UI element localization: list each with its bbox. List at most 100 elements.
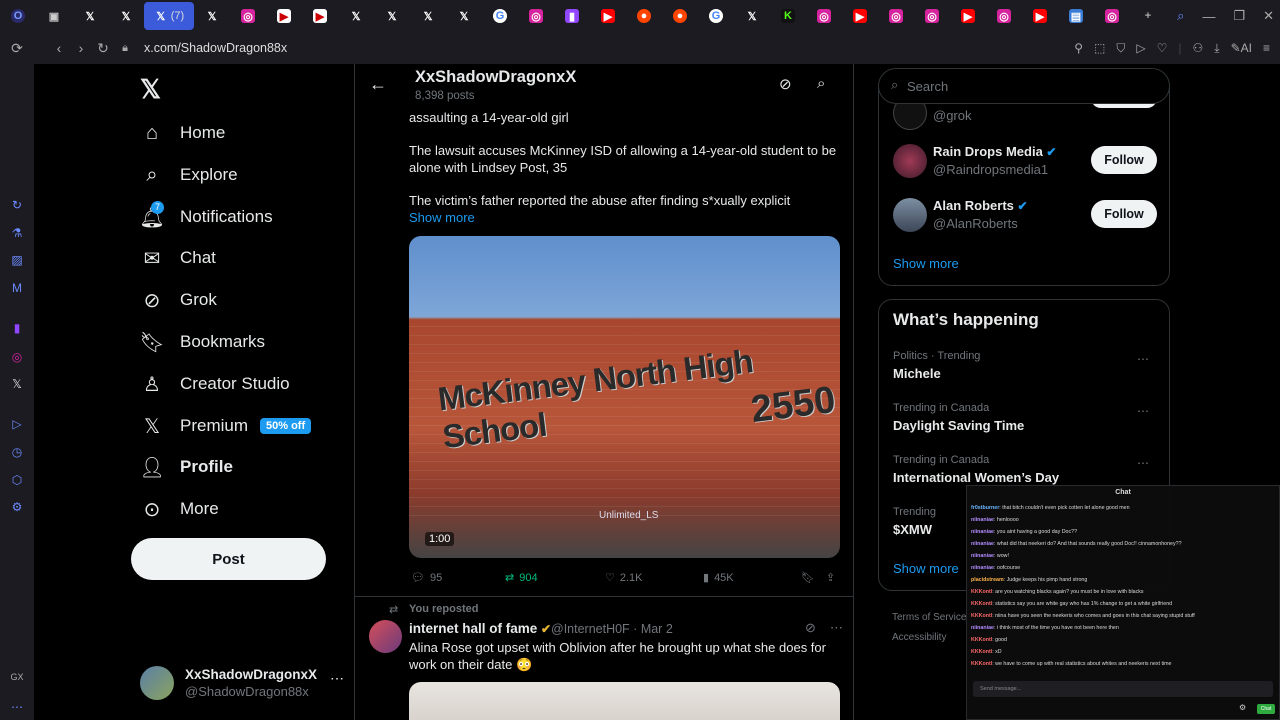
back-icon[interactable]: ‹ <box>48 40 70 56</box>
tab-reddit[interactable]: ● <box>626 2 662 30</box>
screenshot-icon[interactable]: ⬚ <box>1094 41 1105 55</box>
tab-x[interactable]: 𝕏 <box>446 2 482 30</box>
nav-creator-studio[interactable]: ♙ Creator Studio <box>140 364 290 404</box>
tab-games[interactable]: ▣ <box>36 2 72 30</box>
accessibility-link[interactable]: Accessibility <box>892 628 966 648</box>
tab-instagram[interactable]: ◎ <box>986 2 1022 30</box>
sidebar-app-icon[interactable]: ▨ <box>9 253 25 269</box>
url-field[interactable]: x.com/ShadowDragon88x <box>144 41 287 55</box>
follow-button[interactable]: Follow <box>1091 146 1157 174</box>
gear-icon[interactable]: ⚙ <box>1239 703 1246 712</box>
chat-input[interactable]: Send message... <box>973 681 1273 697</box>
trend-item[interactable]: Trending in Canada Daylight Saving Time … <box>893 402 1159 442</box>
tab-kick[interactable]: K <box>770 2 806 30</box>
nav-more[interactable]: ⊙ More <box>140 489 219 529</box>
shield-icon[interactable]: ⛉ <box>1116 41 1125 56</box>
sidebar-app-icon[interactable]: ⚗ <box>9 226 25 242</box>
nav-notifications[interactable]: 🔔︎ 7 Notifications <box>139 197 273 237</box>
browser-logo-icon[interactable]: O <box>0 2 36 30</box>
minimize-icon[interactable]: — <box>1202 9 1215 24</box>
author-handle[interactable]: @InternetH0F <box>551 622 630 636</box>
sidebar-more-icon[interactable]: ⋯ <box>9 700 25 716</box>
tab-instagram[interactable]: ◎ <box>1094 2 1130 30</box>
close-icon[interactable]: ✕ <box>1263 8 1274 24</box>
search-input[interactable]: ⌕ Search <box>878 68 1170 104</box>
tab-x[interactable]: 𝕏 <box>410 2 446 30</box>
sidebar-app-icon[interactable]: ↻ <box>9 198 25 214</box>
terms-link[interactable]: Terms of Service <box>892 608 966 628</box>
tab-youtube[interactable]: ▶ <box>590 2 626 30</box>
tab-x[interactable]: 𝕏 <box>72 2 108 30</box>
heart-icon[interactable]: ♡ <box>1157 41 1168 55</box>
tab-instagram[interactable]: ◎ <box>878 2 914 30</box>
sidebar-cube-icon[interactable]: ⬡ <box>9 473 25 489</box>
tab-reddit[interactable]: ● <box>662 2 698 30</box>
nav-bookmarks[interactable]: 🔖︎ Bookmarks <box>139 322 265 362</box>
tab-instagram[interactable]: ◎ <box>230 2 266 30</box>
reply-button[interactable]: 💬︎ 95 <box>411 571 442 585</box>
reload-icon[interactable]: ↻ <box>92 40 114 57</box>
menu-icon[interactable]: ≡ <box>1263 41 1270 55</box>
follow-button[interactable]: Follow <box>1091 200 1157 228</box>
tab-x[interactable]: 𝕏 <box>734 2 770 30</box>
tab-video[interactable]: ▶ <box>302 2 338 30</box>
grok-icon[interactable]: ⊘ <box>805 620 816 636</box>
tab-x[interactable]: 𝕏 <box>338 2 374 30</box>
tweet-author-name[interactable]: internet hall of fame ✔ <box>409 621 551 636</box>
nav-home[interactable]: ⌂ Home <box>140 113 225 153</box>
sidebar-twitch-icon[interactable]: ▮ <box>9 321 25 337</box>
tweet-video[interactable]: McKinney North High School 2550 Unlimite… <box>409 236 840 558</box>
sidebar-x-icon[interactable]: 𝕏 <box>9 377 25 393</box>
sidebar-settings-icon[interactable]: ⚙ <box>9 500 25 516</box>
more-dots-icon[interactable]: ⋯ <box>1137 456 1149 470</box>
tab-instagram[interactable]: ◎ <box>806 2 842 30</box>
search-icon[interactable]: ⌕ <box>817 75 825 92</box>
tab-video[interactable]: ▶ <box>266 2 302 30</box>
sidebar-player-icon[interactable]: ▷ <box>9 417 25 433</box>
x-logo-icon[interactable]: 𝕏 <box>140 74 161 105</box>
sidebar-instagram-icon[interactable]: ◎ <box>9 350 25 366</box>
download-icon[interactable]: ⤓ <box>1214 41 1219 56</box>
chat-send-button[interactable]: Chat <box>1257 704 1275 714</box>
pin-icon[interactable]: ⚲ <box>1074 41 1083 55</box>
tab-youtube[interactable]: ▶ <box>1022 2 1058 30</box>
tab-x[interactable]: 𝕏 <box>374 2 410 30</box>
ai-button[interactable]: ✎AI <box>1231 41 1252 55</box>
post-button[interactable]: Post <box>131 538 326 580</box>
tab-x-active[interactable]: 𝕏 (7) <box>144 2 194 30</box>
bookmark-icon[interactable]: 🔖︎ <box>801 571 815 584</box>
grok-icon[interactable]: ⊘ <box>779 75 792 93</box>
account-switcher[interactable]: XxShadowDragonxX @ShadowDragon88x ⋯ <box>140 664 350 704</box>
nav-grok[interactable]: ⊘ Grok <box>140 280 217 320</box>
repost-button[interactable]: ⇄ 904 <box>505 571 538 585</box>
account-icon[interactable]: ⚇ <box>1193 41 1204 55</box>
more-dots-icon[interactable]: ⋯ <box>1137 352 1149 366</box>
maximize-icon[interactable]: ❐ <box>1233 8 1245 24</box>
tab-app[interactable]: ▤ <box>1058 2 1094 30</box>
sidebar-clock-icon[interactable]: ◷ <box>9 445 25 461</box>
tab-instagram[interactable]: ◎ <box>914 2 950 30</box>
views-button[interactable]: ▮ 45K <box>703 571 734 585</box>
more-dots-icon[interactable]: ⋯ <box>330 670 344 687</box>
avatar[interactable] <box>369 620 402 653</box>
more-dots-icon[interactable]: ⋯ <box>1137 404 1149 418</box>
follow-suggestion[interactable]: Alan Roberts ✔ @AlanRoberts Follow <box>893 196 1159 236</box>
tab-google[interactable]: G <box>698 2 734 30</box>
nav-explore[interactable]: ⌕ Explore <box>140 155 237 195</box>
tab-instagram[interactable]: ◎ <box>518 2 554 30</box>
show-more-link[interactable]: Show more <box>409 210 475 225</box>
tab-x[interactable]: 𝕏 <box>194 2 230 30</box>
more-dots-icon[interactable]: ⋯ <box>830 620 843 636</box>
tab-youtube[interactable]: ▶ <box>950 2 986 30</box>
tweet-media[interactable] <box>409 682 840 720</box>
tab-twitch[interactable]: ▮ <box>554 2 590 30</box>
forward-icon[interactable]: › <box>70 40 92 56</box>
tab-google[interactable]: G <box>482 2 518 30</box>
nav-profile[interactable]: 👤︎ Profile <box>139 447 233 487</box>
sidebar-gx-icon[interactable]: GX <box>9 672 25 688</box>
nav-premium[interactable]: 𝕏 Premium 50% off <box>140 406 312 446</box>
tab-youtube[interactable]: ▶ <box>842 2 878 30</box>
share-icon[interactable]: ⇪ <box>826 571 835 584</box>
follow-suggestion[interactable]: Rain Drops Media ✔ @Raindropsmedia1 Foll… <box>893 142 1159 182</box>
back-arrow-icon[interactable]: ← <box>369 74 387 95</box>
